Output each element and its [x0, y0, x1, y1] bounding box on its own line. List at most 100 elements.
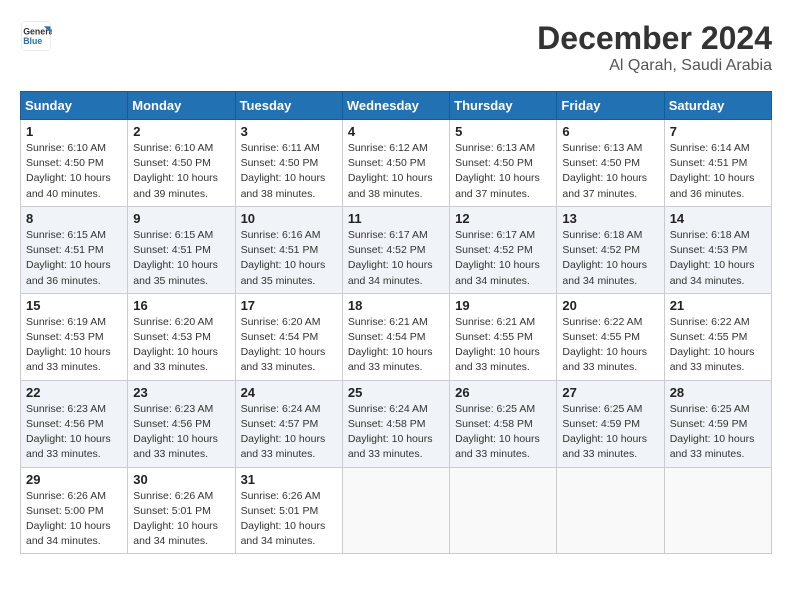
day-number: 27: [562, 385, 658, 400]
day-info: Sunrise: 6:20 AM Sunset: 4:53 PM Dayligh…: [133, 315, 229, 376]
day-info: Sunrise: 6:16 AM Sunset: 4:51 PM Dayligh…: [241, 228, 337, 289]
svg-text:Blue: Blue: [23, 36, 42, 46]
calendar-cell: 14 Sunrise: 6:18 AM Sunset: 4:53 PM Dayli…: [664, 206, 771, 293]
calendar-cell: 1 Sunrise: 6:10 AM Sunset: 4:50 PM Daylig…: [21, 120, 128, 207]
day-info: Sunrise: 6:17 AM Sunset: 4:52 PM Dayligh…: [348, 228, 444, 289]
day-number: 15: [26, 298, 122, 313]
day-info: Sunrise: 6:23 AM Sunset: 4:56 PM Dayligh…: [26, 402, 122, 463]
day-info: Sunrise: 6:12 AM Sunset: 4:50 PM Dayligh…: [348, 141, 444, 202]
calendar-cell: 12Sunrise: 6:17 AM Sunset: 4:52 PM Dayli…: [450, 206, 557, 293]
day-number: 16: [133, 298, 229, 313]
calendar-cell: 3 Sunrise: 6:11 AM Sunset: 4:50 PM Daylig…: [235, 120, 342, 207]
calendar-cell: 22 Sunrise: 6:23 AM Sunset: 4:56 PM Dayli…: [21, 380, 128, 467]
calendar-table: SundayMondayTuesdayWednesdayThursdayFrid…: [20, 91, 772, 554]
calendar-cell: 24Sunrise: 6:24 AM Sunset: 4:57 PM Dayli…: [235, 380, 342, 467]
day-info: Sunrise: 6:11 AM Sunset: 4:50 PM Dayligh…: [241, 141, 337, 202]
day-number: 17: [241, 298, 337, 313]
day-number: 31: [241, 472, 337, 487]
header-thursday: Thursday: [450, 92, 557, 120]
day-info: Sunrise: 6:20 AM Sunset: 4:54 PM Dayligh…: [241, 315, 337, 376]
day-number: 21: [670, 298, 766, 313]
day-number: 29: [26, 472, 122, 487]
header-wednesday: Wednesday: [342, 92, 449, 120]
day-number: 5: [455, 124, 551, 139]
title-block: December 2024 Al Qarah, Saudi Arabia: [537, 20, 772, 75]
calendar-week-row: 1 Sunrise: 6:10 AM Sunset: 4:50 PM Daylig…: [21, 120, 772, 207]
day-info: Sunrise: 6:18 AM Sunset: 4:53 PM Dayligh…: [670, 228, 766, 289]
calendar-cell: 25Sunrise: 6:24 AM Sunset: 4:58 PM Dayli…: [342, 380, 449, 467]
day-info: Sunrise: 6:10 AM Sunset: 4:50 PM Dayligh…: [133, 141, 229, 202]
calendar-week-row: 22 Sunrise: 6:23 AM Sunset: 4:56 PM Dayli…: [21, 380, 772, 467]
day-number: 12: [455, 211, 551, 226]
day-info: Sunrise: 6:14 AM Sunset: 4:51 PM Dayligh…: [670, 141, 766, 202]
day-info: Sunrise: 6:25 AM Sunset: 4:58 PM Dayligh…: [455, 402, 551, 463]
day-number: 9: [133, 211, 229, 226]
day-number: 2: [133, 124, 229, 139]
header-monday: Monday: [128, 92, 235, 120]
day-number: 26: [455, 385, 551, 400]
day-number: 18: [348, 298, 444, 313]
day-number: 6: [562, 124, 658, 139]
day-info: Sunrise: 6:26 AM Sunset: 5:01 PM Dayligh…: [241, 489, 337, 550]
calendar-cell: 18 Sunrise: 6:21 AM Sunset: 4:54 PM Dayli…: [342, 293, 449, 380]
day-number: 28: [670, 385, 766, 400]
calendar-cell: 28Sunrise: 6:25 AM Sunset: 4:59 PM Dayli…: [664, 380, 771, 467]
calendar-week-row: 8 Sunrise: 6:15 AM Sunset: 4:51 PM Daylig…: [21, 206, 772, 293]
calendar-cell: 17 Sunrise: 6:20 AM Sunset: 4:54 PM Dayli…: [235, 293, 342, 380]
calendar-cell: [557, 467, 664, 554]
calendar-cell: [664, 467, 771, 554]
day-number: 19: [455, 298, 551, 313]
calendar-header-row: SundayMondayTuesdayWednesdayThursdayFrid…: [21, 92, 772, 120]
calendar-cell: 23 Sunrise: 6:23 AM Sunset: 4:56 PM Dayli…: [128, 380, 235, 467]
day-number: 8: [26, 211, 122, 226]
calendar-week-row: 29 Sunrise: 6:26 AM Sunset: 5:00 PM Dayli…: [21, 467, 772, 554]
calendar-cell: 19 Sunrise: 6:21 AM Sunset: 4:55 PM Dayli…: [450, 293, 557, 380]
day-info: Sunrise: 6:26 AM Sunset: 5:01 PM Dayligh…: [133, 489, 229, 550]
day-info: Sunrise: 6:26 AM Sunset: 5:00 PM Dayligh…: [26, 489, 122, 550]
calendar-cell: 9 Sunrise: 6:15 AM Sunset: 4:51 PM Daylig…: [128, 206, 235, 293]
day-number: 10: [241, 211, 337, 226]
day-info: Sunrise: 6:23 AM Sunset: 4:56 PM Dayligh…: [133, 402, 229, 463]
day-info: Sunrise: 6:18 AM Sunset: 4:52 PM Dayligh…: [562, 228, 658, 289]
header-friday: Friday: [557, 92, 664, 120]
header-sunday: Sunday: [21, 92, 128, 120]
calendar-cell: 8 Sunrise: 6:15 AM Sunset: 4:51 PM Daylig…: [21, 206, 128, 293]
day-number: 23: [133, 385, 229, 400]
day-info: Sunrise: 6:10 AM Sunset: 4:50 PM Dayligh…: [26, 141, 122, 202]
calendar-cell: 10 Sunrise: 6:16 AM Sunset: 4:51 PM Dayli…: [235, 206, 342, 293]
day-number: 3: [241, 124, 337, 139]
calendar-cell: 5 Sunrise: 6:13 AM Sunset: 4:50 PM Daylig…: [450, 120, 557, 207]
calendar-cell: 26 Sunrise: 6:25 AM Sunset: 4:58 PM Dayli…: [450, 380, 557, 467]
day-info: Sunrise: 6:22 AM Sunset: 4:55 PM Dayligh…: [562, 315, 658, 376]
day-info: Sunrise: 6:13 AM Sunset: 4:50 PM Dayligh…: [455, 141, 551, 202]
day-info: Sunrise: 6:15 AM Sunset: 4:51 PM Dayligh…: [133, 228, 229, 289]
location: Al Qarah, Saudi Arabia: [537, 57, 772, 75]
day-info: Sunrise: 6:24 AM Sunset: 4:57 PM Dayligh…: [241, 402, 337, 463]
day-number: 30: [133, 472, 229, 487]
day-info: Sunrise: 6:21 AM Sunset: 4:55 PM Dayligh…: [455, 315, 551, 376]
day-info: Sunrise: 6:21 AM Sunset: 4:54 PM Dayligh…: [348, 315, 444, 376]
calendar-cell: 15Sunrise: 6:19 AM Sunset: 4:53 PM Dayli…: [21, 293, 128, 380]
logo: General Blue: [20, 20, 52, 52]
month-year: December 2024: [537, 20, 772, 57]
calendar-cell: 29 Sunrise: 6:26 AM Sunset: 5:00 PM Dayli…: [21, 467, 128, 554]
day-number: 20: [562, 298, 658, 313]
day-info: Sunrise: 6:25 AM Sunset: 4:59 PM Dayligh…: [562, 402, 658, 463]
day-number: 22: [26, 385, 122, 400]
day-info: Sunrise: 6:15 AM Sunset: 4:51 PM Dayligh…: [26, 228, 122, 289]
day-info: Sunrise: 6:24 AM Sunset: 4:58 PM Dayligh…: [348, 402, 444, 463]
header-saturday: Saturday: [664, 92, 771, 120]
calendar-cell: 6Sunrise: 6:13 AM Sunset: 4:50 PM Daylig…: [557, 120, 664, 207]
day-number: 1: [26, 124, 122, 139]
day-info: Sunrise: 6:22 AM Sunset: 4:55 PM Dayligh…: [670, 315, 766, 376]
day-number: 4: [348, 124, 444, 139]
calendar-cell: 13 Sunrise: 6:18 AM Sunset: 4:52 PM Dayli…: [557, 206, 664, 293]
header-tuesday: Tuesday: [235, 92, 342, 120]
calendar-cell: 27 Sunrise: 6:25 AM Sunset: 4:59 PM Dayli…: [557, 380, 664, 467]
day-number: 13: [562, 211, 658, 226]
calendar-week-row: 15Sunrise: 6:19 AM Sunset: 4:53 PM Dayli…: [21, 293, 772, 380]
calendar-cell: [450, 467, 557, 554]
day-number: 11: [348, 211, 444, 226]
calendar-cell: 4 Sunrise: 6:12 AM Sunset: 4:50 PM Daylig…: [342, 120, 449, 207]
day-number: 14: [670, 211, 766, 226]
